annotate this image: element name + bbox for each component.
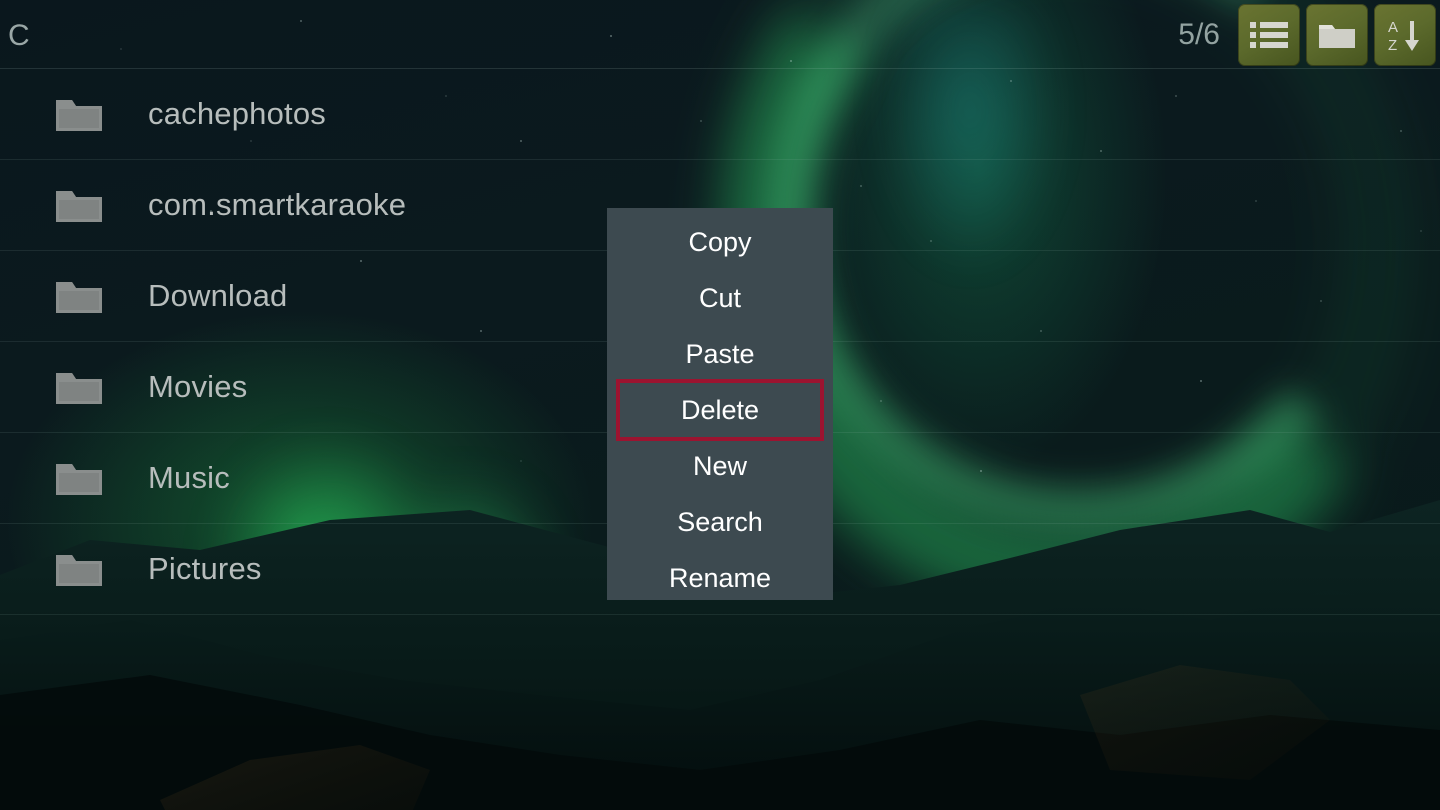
file-list-item-label: Movies <box>148 369 247 405</box>
sort-az-button[interactable]: A Z <box>1374 4 1436 66</box>
context-menu: Copy Cut Paste Delete New Search Rename <box>607 208 833 600</box>
folder-icon <box>55 459 103 497</box>
context-menu-item-cut[interactable]: Cut <box>607 270 833 326</box>
context-menu-item-new[interactable]: New <box>607 438 833 494</box>
folder-icon <box>55 186 103 224</box>
file-manager-screen: C 5/6 A Z cachephotos com.smartkaraoke D… <box>0 0 1440 810</box>
context-menu-item-rename[interactable]: Rename <box>607 550 833 606</box>
page-indicator: 5/6 <box>1178 20 1220 50</box>
file-list-item-label: Pictures <box>148 551 262 587</box>
file-list-item-label: com.smartkaraoke <box>148 187 406 223</box>
list-view-button[interactable] <box>1238 4 1300 66</box>
folder-button[interactable] <box>1306 4 1368 66</box>
toolbar-actions: 5/6 A Z <box>1178 0 1436 69</box>
folder-icon <box>1317 19 1357 51</box>
context-menu-item-label: Copy <box>688 227 751 258</box>
context-menu-item-paste[interactable]: Paste <box>607 326 833 382</box>
folder-icon <box>55 95 103 133</box>
context-menu-item-search[interactable]: Search <box>607 494 833 550</box>
context-menu-item-label: Cut <box>699 283 741 314</box>
file-list-item-label: Music <box>148 460 230 496</box>
context-menu-item-label: Delete <box>681 395 759 426</box>
file-list-item-label: Download <box>148 278 287 314</box>
context-menu-item-label: Search <box>677 507 763 538</box>
context-menu-item-delete[interactable]: Delete <box>607 382 833 438</box>
folder-icon <box>55 277 103 315</box>
file-list-item[interactable]: cachephotos <box>0 69 1440 160</box>
svg-text:Z: Z <box>1388 37 1397 53</box>
context-menu-item-label: Rename <box>669 563 771 594</box>
folder-icon <box>55 368 103 406</box>
sort-az-down-icon: A Z <box>1386 17 1424 53</box>
svg-text:A: A <box>1388 19 1398 36</box>
drive-label: C <box>8 21 30 51</box>
context-menu-item-label: New <box>693 451 747 482</box>
folder-icon <box>55 550 103 588</box>
context-menu-item-copy[interactable]: Copy <box>607 214 833 270</box>
file-list-item-label: cachephotos <box>148 96 326 132</box>
list-icon <box>1250 20 1288 50</box>
context-menu-item-label: Paste <box>685 339 754 370</box>
toolbar-header: C 5/6 A Z <box>0 0 1440 69</box>
